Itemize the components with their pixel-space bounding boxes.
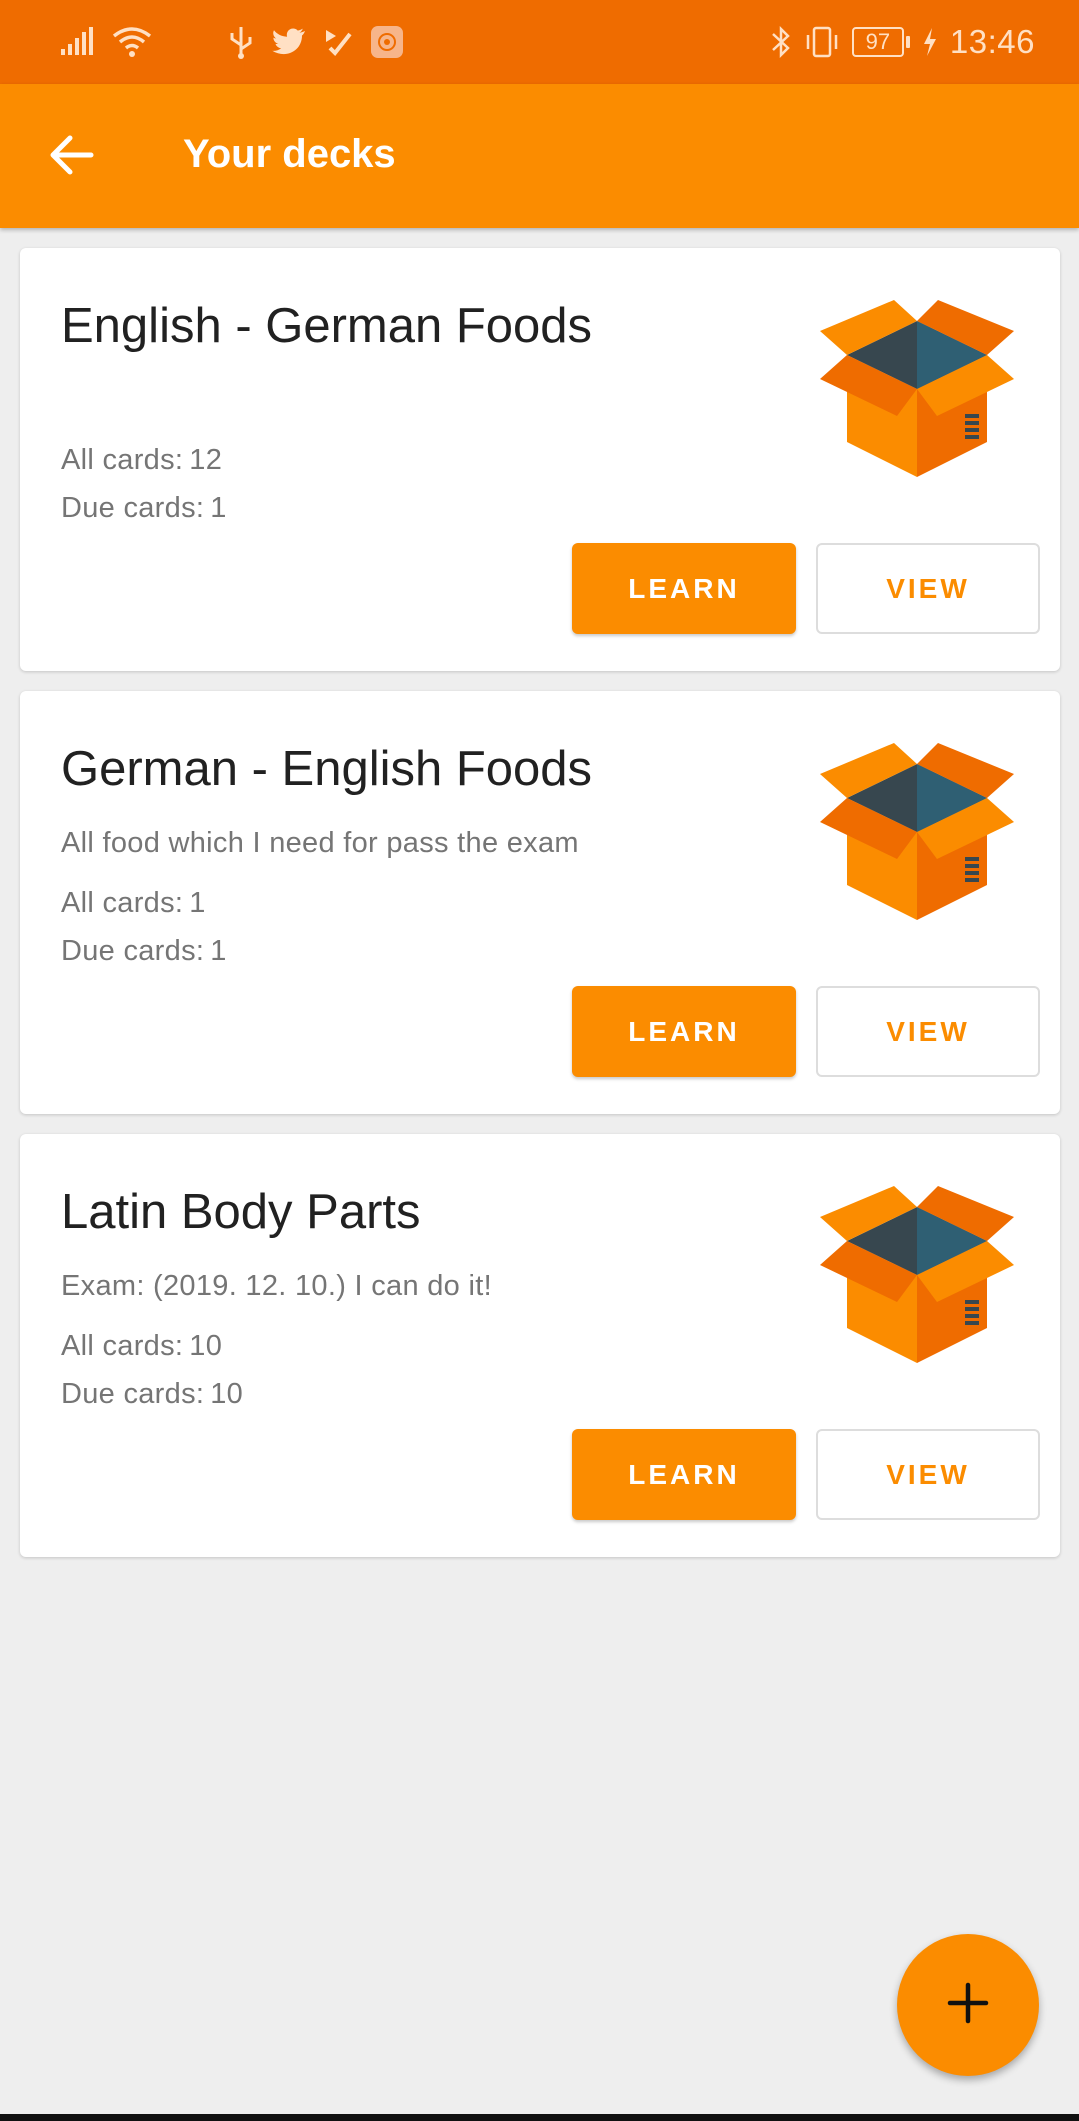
page-title: Your decks	[183, 132, 396, 176]
deck-title: English - German Foods	[61, 299, 593, 353]
all-cards-count: All cards: 12	[61, 444, 222, 477]
status-left-icons	[60, 20, 404, 64]
tasks-icon	[324, 28, 352, 56]
status-clock: 13:46	[949, 23, 1035, 60]
arrow-back-icon	[48, 135, 94, 180]
app-bar: Your decks	[0, 84, 1079, 228]
vibrate-icon	[804, 25, 840, 59]
view-button[interactable]: VIEW	[816, 1429, 1040, 1520]
view-button[interactable]: VIEW	[816, 543, 1040, 634]
all-cards-count: All cards: 10	[61, 1330, 222, 1363]
deck-title: Latin Body Parts	[61, 1185, 421, 1239]
twitter-icon	[272, 27, 306, 57]
box-icon	[815, 1186, 1020, 1366]
learn-button[interactable]: LEARN	[572, 1429, 796, 1520]
deck-description: All food which I need for pass the exam	[61, 827, 579, 859]
all-cards-count: All cards: 1	[61, 887, 206, 920]
deck-title: German - English Foods	[61, 742, 593, 796]
all-cards-value: 1	[189, 887, 206, 919]
due-cards-label: Due cards:	[61, 492, 205, 524]
status-bar: 97 13:46	[0, 0, 1079, 84]
battery-icon: 97	[851, 27, 910, 57]
deck-card: Latin Body Parts Exam: (2019. 12. 10.) I…	[20, 1134, 1060, 1557]
navigation-bar-edge	[0, 2114, 1079, 2121]
box-icon	[815, 743, 1020, 923]
battery-level: 97	[851, 27, 904, 57]
back-button[interactable]	[38, 124, 104, 190]
learn-button[interactable]: LEARN	[572, 543, 796, 634]
due-cards-label: Due cards:	[61, 1378, 205, 1410]
due-cards-label: Due cards:	[61, 935, 205, 967]
status-right-icons: 97 13:46	[770, 18, 1035, 66]
learn-button[interactable]: LEARN	[572, 986, 796, 1077]
all-cards-label: All cards:	[61, 444, 184, 476]
due-cards-count: Due cards: 1	[61, 492, 227, 525]
all-cards-label: All cards:	[61, 887, 184, 919]
all-cards-label: All cards:	[61, 1330, 184, 1362]
all-cards-value: 12	[189, 444, 223, 476]
due-cards-count: Due cards: 1	[61, 935, 227, 968]
due-cards-count: Due cards: 10	[61, 1378, 243, 1411]
all-cards-value: 10	[189, 1330, 223, 1362]
box-icon	[815, 300, 1020, 480]
due-cards-value: 1	[210, 935, 227, 967]
app-badge-icon	[370, 25, 404, 59]
bluetooth-icon	[770, 24, 792, 60]
deck-card: English - German Foods All cards: 12 Due …	[20, 248, 1060, 671]
deck-description: Exam: (2019. 12. 10.) I can do it!	[61, 1270, 492, 1302]
deck-card: German - English Foods All food which I …	[20, 691, 1060, 1114]
charging-icon	[922, 27, 938, 57]
due-cards-value: 10	[210, 1378, 244, 1410]
signal-icon	[60, 27, 94, 57]
wifi-icon	[112, 26, 152, 58]
usb-icon	[228, 25, 254, 59]
add-deck-button[interactable]	[897, 1934, 1039, 2076]
due-cards-value: 1	[210, 492, 227, 524]
plus-icon	[946, 1981, 990, 2030]
view-button[interactable]: VIEW	[816, 986, 1040, 1077]
